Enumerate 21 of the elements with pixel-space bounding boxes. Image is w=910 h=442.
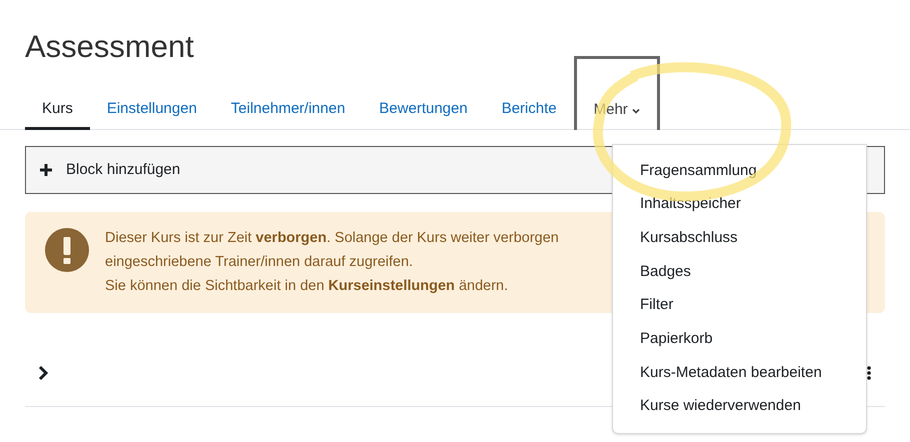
nav-tab[interactable]: Teilnehmer/innen	[214, 88, 362, 130]
menu-item[interactable]: Badges	[613, 255, 866, 289]
menu-item[interactable]: Kursabschluss	[613, 221, 866, 256]
nav-tab[interactable]: Bewertungen	[362, 88, 485, 130]
nav-tab[interactable]: Mehr	[574, 56, 660, 130]
nav-tab[interactable]: Kurs	[25, 88, 90, 130]
page-title: Assessment	[25, 28, 195, 66]
nav-tab[interactable]: Berichte	[484, 88, 574, 130]
menu-item[interactable]: Kurse wiederverwenden	[613, 390, 866, 424]
plus-icon	[40, 164, 52, 176]
nav-tab[interactable]: Einstellungen	[90, 88, 214, 130]
chevron-right-icon[interactable]	[37, 364, 49, 380]
menu-item[interactable]: Fragensammlung	[613, 154, 866, 188]
kebab-menu-icon[interactable]	[867, 366, 871, 380]
menu-item[interactable]: Kurs-Metadaten bearbeiten	[613, 356, 866, 390]
alert-text: eingeschriebene Trainer/innen darauf zugreifen.	[105, 253, 414, 272]
menu-item[interactable]: Filter	[613, 288, 866, 322]
alert-text: Sie können die Sichtbarkeit in den Kurseinstellungen ändern.	[105, 277, 510, 296]
menu-item[interactable]: Papierkorb	[613, 322, 866, 356]
exclamation-icon	[45, 228, 89, 272]
alert-text: Dieser Kurs ist zur Zeit verborgen. Solange der Kurs weiter verborgen	[105, 229, 559, 248]
